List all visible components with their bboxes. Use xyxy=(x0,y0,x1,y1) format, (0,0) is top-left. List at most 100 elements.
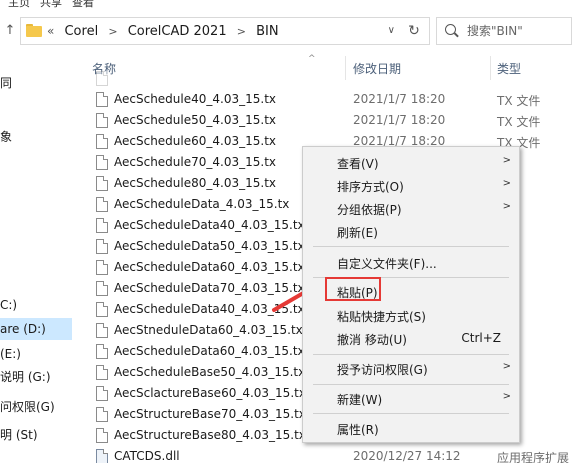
sort-caret-icon: ^ xyxy=(308,54,316,64)
file-name: AecScheduleBase50_4.03_15.tx xyxy=(114,365,306,379)
nav-item[interactable]: 同 xyxy=(0,72,72,94)
paste-highlight-box xyxy=(325,277,381,301)
menu-separator xyxy=(313,246,509,247)
breadcrumb: « Corel > CorelCAD 2021 > BIN xyxy=(47,18,279,44)
menu-separator xyxy=(313,354,509,355)
menu-item-label: 自定义文件夹(F)... xyxy=(337,257,437,271)
file-row[interactable]: AecSchedule40_4.03_15.tx 2021/1/7 18:20 … xyxy=(72,89,572,110)
menu-item-label: 新建(W) xyxy=(337,393,383,407)
file-name: CATCDS.dll xyxy=(114,449,180,463)
menu-item-properties[interactable]: 属性(R) xyxy=(303,417,519,439)
file-name: AecSchedule80_4.03_15.tx xyxy=(114,176,276,190)
file-name: AecSchedule40_4.03_15.tx xyxy=(114,92,276,106)
nav-item-c-drive[interactable]: C:) xyxy=(0,294,72,316)
menu-item-new[interactable]: 新建(W) > xyxy=(303,387,519,409)
menu-item-group-by[interactable]: 分组依据(P) > xyxy=(303,197,519,219)
menu-item-view[interactable]: 查看(V) > xyxy=(303,151,519,173)
file-row-partial xyxy=(72,70,572,89)
file-date: 2021/1/7 18:20 xyxy=(353,92,446,106)
search-box[interactable] xyxy=(436,17,572,45)
file-row[interactable]: CATCDS.dll 2020/12/27 14:12 应用程序扩展 xyxy=(72,446,572,463)
menu-item-refresh[interactable]: 刷新(E) xyxy=(303,220,519,242)
breadcrumb-item-corelcad[interactable]: CorelCAD 2021 xyxy=(128,24,227,39)
breadcrumb-item-bin[interactable]: BIN xyxy=(256,24,278,39)
menu-item-label: 刷新(E) xyxy=(337,226,378,240)
file-icon xyxy=(96,365,108,380)
dll-file-icon xyxy=(96,449,108,463)
menu-item-label: 粘贴快捷方式(S) xyxy=(337,310,426,324)
nav-item[interactable]: 象 xyxy=(0,126,72,148)
file-icon xyxy=(96,218,108,233)
chevron-right-icon[interactable]: > xyxy=(237,25,246,38)
menu-item-customize-folder[interactable]: 自定义文件夹(F)... xyxy=(303,251,519,273)
menu-item-sort[interactable]: 排序方式(O) > xyxy=(303,174,519,196)
file-name: AecScheduleData_4.03_15.tx xyxy=(114,197,290,211)
file-date: 2021/1/7 18:20 xyxy=(353,113,446,127)
menu-item-grant-access[interactable]: 授予访问权限(G) > xyxy=(303,357,519,379)
chevron-right-icon: > xyxy=(502,391,511,402)
file-name: AecStructureBase80_4.03_15.tx xyxy=(114,428,306,442)
menu-item-label: 撤消 移动(U) xyxy=(337,333,407,347)
breadcrumb-overflow[interactable]: « xyxy=(47,24,54,38)
menu-item-label: 分组依据(P) xyxy=(337,203,402,217)
file-icon xyxy=(96,155,108,170)
file-icon xyxy=(96,428,108,443)
folder-icon xyxy=(26,24,42,37)
search-input[interactable] xyxy=(467,22,571,40)
chevron-right-icon: > xyxy=(502,155,511,166)
chevron-right-icon[interactable]: > xyxy=(108,25,117,38)
up-arrow-icon[interactable]: ↑ xyxy=(2,22,18,40)
file-icon xyxy=(96,281,108,296)
file-icon xyxy=(96,302,108,317)
navigation-pane: 同 象 C:) are (D:) (E:) 说明 (G:) 问权限(G) 明 (… xyxy=(0,48,72,463)
chevron-right-icon: > xyxy=(502,201,511,212)
menu-item-label: 查看(V) xyxy=(337,157,379,171)
file-name: AecScheduleData60_4.03_15.tx xyxy=(114,260,305,274)
file-type: TX 文件 xyxy=(497,94,541,108)
chevron-down-icon[interactable]: ∨ xyxy=(388,18,395,44)
file-name: AecSchedule60_4.03_15.tx xyxy=(114,134,276,148)
file-icon xyxy=(96,407,108,422)
ribbon-tab-home[interactable]: 主页 xyxy=(8,0,30,8)
nav-item-g-drive[interactable]: 说明 (G:) xyxy=(0,366,72,388)
menu-item-label: 属性(R) xyxy=(337,423,379,437)
breadcrumb-item-corel[interactable]: Corel xyxy=(64,24,98,39)
file-icon xyxy=(96,323,108,338)
menu-separator xyxy=(313,384,509,385)
context-menu: 查看(V) > 排序方式(O) > 分组依据(P) > 刷新(E) 自定义文件夹… xyxy=(302,146,520,443)
file-icon xyxy=(96,344,108,359)
refresh-icon[interactable]: ↻ xyxy=(399,18,429,44)
ribbon-menu-strip: 主页 共享 查看 xyxy=(0,0,572,8)
file-icon xyxy=(96,176,108,191)
file-date: 2020/12/27 14:12 xyxy=(353,449,461,463)
nav-item-e-drive[interactable]: (E:) xyxy=(0,343,72,365)
file-icon xyxy=(96,239,108,254)
file-type: TX 文件 xyxy=(497,115,541,129)
file-icon xyxy=(96,92,108,107)
chevron-right-icon: > xyxy=(502,361,511,372)
nav-item[interactable]: 问权限(G) xyxy=(0,396,72,418)
menu-separator xyxy=(313,413,509,414)
address-bar[interactable]: « Corel > CorelCAD 2021 > BIN ∨ ↻ xyxy=(20,17,430,45)
menu-item-paste-shortcut[interactable]: 粘贴快捷方式(S) xyxy=(303,304,519,326)
menu-item-shortcut: Ctrl+Z xyxy=(461,331,501,345)
file-icon xyxy=(96,113,108,128)
nav-item[interactable]: 明 (St) xyxy=(0,424,72,446)
nav-item-d-drive[interactable]: are (D:) xyxy=(0,318,72,340)
file-name: AecScheduleData40_4.03_15.tx xyxy=(114,218,305,232)
file-name: AecStructureBase70_4.03_15.tx xyxy=(114,407,306,421)
file-name: AecScheduleData60_4.03_15.tx xyxy=(114,344,305,358)
file-row[interactable]: AecSchedule50_4.03_15.tx 2021/1/7 18:20 … xyxy=(72,110,572,131)
menu-item-undo-move[interactable]: 撤消 移动(U) Ctrl+Z xyxy=(303,327,519,349)
search-icon xyxy=(445,24,456,35)
file-icon xyxy=(96,260,108,275)
ribbon-tab-share[interactable]: 共享 xyxy=(40,0,62,8)
file-name: AecScheduleData50_4.03_15.tx xyxy=(114,239,305,253)
menu-item-label: 授予访问权限(G) xyxy=(337,363,428,377)
chevron-right-icon: > xyxy=(502,178,511,189)
file-name: AecSchedule70_4.03_15.tx xyxy=(114,155,276,169)
ribbon-tab-view[interactable]: 查看 xyxy=(72,0,94,8)
file-icon xyxy=(96,386,108,401)
address-row: ↑ « Corel > CorelCAD 2021 > BIN ∨ ↻ xyxy=(0,14,572,48)
file-icon xyxy=(96,134,108,149)
